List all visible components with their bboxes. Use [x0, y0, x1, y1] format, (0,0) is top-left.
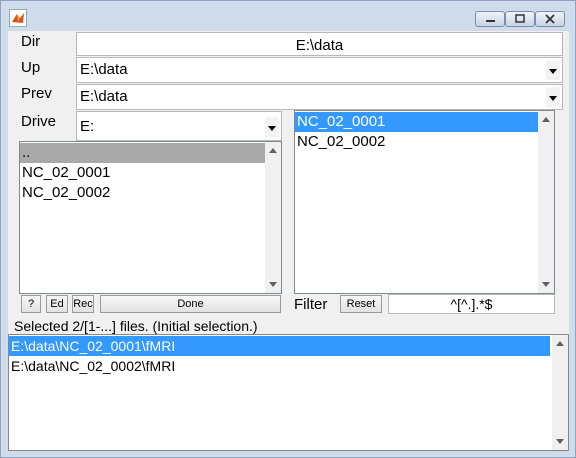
drive-value: E:	[80, 118, 95, 135]
up-value: E:\data	[80, 61, 128, 78]
prev-value: E:\data	[80, 88, 128, 105]
file-list[interactable]: NC_02_0001 NC_02_0002	[294, 110, 555, 294]
reset-button[interactable]: Reset	[340, 295, 382, 313]
list-item[interactable]: ..	[20, 143, 281, 163]
done-button[interactable]: Done	[100, 295, 281, 313]
chevron-up-icon[interactable]	[556, 341, 564, 346]
edit-button[interactable]: Ed	[46, 295, 68, 313]
drive-dropdown[interactable]: E:	[76, 111, 282, 141]
filter-input[interactable]: ^[^.].*$	[388, 294, 555, 314]
chevron-up-icon[interactable]	[269, 148, 277, 153]
up-label: Up	[21, 59, 41, 76]
list-item[interactable]: NC_02_0002	[295, 132, 554, 152]
rec-button[interactable]: Rec	[72, 295, 94, 313]
directory-list[interactable]: .. NC_02_0001 NC_02_0002	[19, 141, 282, 294]
list-item-label: NC_02_0002	[297, 133, 386, 150]
drive-label: Drive	[21, 113, 57, 130]
maximize-icon	[506, 12, 534, 26]
maximize-button[interactable]	[505, 11, 535, 27]
list-item-label: NC_02_0002	[22, 184, 111, 201]
scrollbar[interactable]	[538, 111, 554, 293]
list-item[interactable]: E:\data\NC_02_0002\fMRI	[9, 356, 568, 376]
title-bar[interactable]	[1, 1, 575, 31]
chevron-up-icon[interactable]	[542, 117, 550, 122]
dir-field[interactable]: E:\data	[76, 32, 563, 56]
close-icon	[536, 12, 564, 26]
up-dropdown[interactable]: E:\data	[76, 57, 563, 83]
list-item[interactable]: E:\data\NC_02_0001\fMRI	[9, 336, 550, 356]
chevron-down-icon[interactable]	[546, 60, 560, 80]
list-item[interactable]: NC_02_0001	[20, 163, 281, 183]
list-item[interactable]: NC_02_0002	[20, 183, 281, 203]
scrollbar[interactable]	[265, 142, 281, 293]
dir-value: E:\data	[295, 37, 344, 54]
chevron-down-icon[interactable]	[556, 439, 564, 444]
list-item-label: NC_02_0001	[22, 164, 111, 181]
scrollbar[interactable]	[552, 335, 568, 450]
help-button[interactable]: ?	[21, 295, 41, 313]
list-item-label: NC_02_0001	[297, 113, 386, 130]
list-item[interactable]: NC_02_0001	[295, 112, 554, 132]
dir-label: Dir	[21, 33, 41, 50]
list-item-label: E:\data\NC_02_0002\fMRI	[11, 358, 176, 374]
chevron-down-icon[interactable]	[546, 87, 560, 107]
spm-file-selector-window: Dir E:\data Up E:\data Prev E:\data Driv…	[0, 0, 576, 458]
chevron-down-icon[interactable]	[269, 282, 277, 287]
filter-label: Filter	[294, 296, 328, 313]
selected-files-list[interactable]: E:\data\NC_02_0001\fMRI E:\data\NC_02_00…	[8, 334, 569, 451]
filter-value: ^[^.].*$	[450, 296, 493, 312]
chevron-down-icon[interactable]	[542, 282, 550, 287]
prev-dropdown[interactable]: E:\data	[76, 84, 563, 110]
prev-label: Prev	[21, 85, 52, 102]
minimize-button[interactable]	[475, 11, 505, 27]
matlab-icon	[9, 9, 27, 27]
close-button[interactable]	[535, 11, 565, 27]
selection-status: Selected 2/[1-...] files. (Initial selec…	[14, 318, 258, 334]
list-item-label: ..	[22, 144, 31, 161]
dialog-body: Dir E:\data Up E:\data Prev E:\data Driv…	[8, 31, 569, 451]
minimize-icon	[476, 12, 504, 26]
list-item-label: E:\data\NC_02_0001\fMRI	[11, 338, 176, 354]
chevron-down-icon[interactable]	[265, 117, 279, 137]
